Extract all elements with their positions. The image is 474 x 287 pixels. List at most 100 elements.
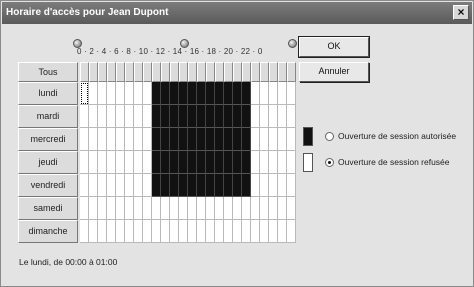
hour-cell[interactable] bbox=[287, 197, 296, 220]
hour-column-button[interactable] bbox=[152, 62, 161, 82]
hour-cell[interactable] bbox=[188, 151, 197, 174]
hour-column-button[interactable] bbox=[179, 62, 188, 82]
hour-cell[interactable] bbox=[206, 82, 215, 105]
day-button[interactable]: lundi bbox=[18, 82, 78, 105]
hour-cell[interactable] bbox=[269, 128, 278, 151]
hour-cell[interactable] bbox=[89, 82, 98, 105]
hour-cell[interactable] bbox=[233, 151, 242, 174]
select-all-button[interactable]: Tous bbox=[18, 62, 78, 82]
hour-cell[interactable] bbox=[89, 105, 98, 128]
hour-cell[interactable] bbox=[287, 151, 296, 174]
hour-cell[interactable] bbox=[260, 197, 269, 220]
hour-column-button[interactable] bbox=[269, 62, 278, 82]
hour-cell[interactable] bbox=[269, 220, 278, 243]
hour-cell[interactable] bbox=[161, 174, 170, 197]
hour-cell[interactable] bbox=[89, 174, 98, 197]
hour-cell[interactable] bbox=[179, 197, 188, 220]
hour-column-button[interactable] bbox=[143, 62, 152, 82]
hour-cell[interactable] bbox=[278, 82, 287, 105]
hour-column-button[interactable] bbox=[134, 62, 143, 82]
radio-denied[interactable]: Ouverture de session refusée bbox=[325, 157, 450, 168]
hour-cell[interactable] bbox=[143, 220, 152, 243]
day-button[interactable]: mercredi bbox=[18, 128, 78, 151]
hour-cell[interactable] bbox=[107, 105, 116, 128]
hour-cell[interactable] bbox=[260, 174, 269, 197]
hour-cell[interactable] bbox=[269, 197, 278, 220]
hour-cell[interactable] bbox=[188, 197, 197, 220]
hour-cell[interactable] bbox=[233, 220, 242, 243]
hour-cell[interactable] bbox=[134, 220, 143, 243]
hour-cell[interactable] bbox=[197, 220, 206, 243]
hour-cell[interactable] bbox=[242, 128, 251, 151]
hour-cell[interactable] bbox=[206, 197, 215, 220]
day-button[interactable]: dimanche bbox=[18, 220, 78, 243]
hour-column-button[interactable] bbox=[215, 62, 224, 82]
hour-cell[interactable] bbox=[287, 220, 296, 243]
hour-cell[interactable] bbox=[224, 128, 233, 151]
hour-cell[interactable] bbox=[134, 105, 143, 128]
hour-cell[interactable] bbox=[287, 174, 296, 197]
hour-cell[interactable] bbox=[224, 82, 233, 105]
hour-column-button[interactable] bbox=[170, 62, 179, 82]
hour-cell[interactable] bbox=[161, 151, 170, 174]
hour-cell[interactable] bbox=[80, 128, 89, 151]
hour-cell[interactable] bbox=[89, 128, 98, 151]
ok-button[interactable]: OK bbox=[298, 36, 370, 58]
hour-cell[interactable] bbox=[134, 82, 143, 105]
hour-cell[interactable] bbox=[170, 151, 179, 174]
hour-cell[interactable] bbox=[98, 197, 107, 220]
hour-cell[interactable] bbox=[287, 105, 296, 128]
hour-cell[interactable] bbox=[107, 197, 116, 220]
hour-column-button[interactable] bbox=[161, 62, 170, 82]
hour-cell[interactable] bbox=[260, 105, 269, 128]
hour-cell[interactable] bbox=[98, 151, 107, 174]
close-icon[interactable]: × bbox=[453, 5, 469, 20]
hour-cell[interactable] bbox=[116, 151, 125, 174]
hour-cell[interactable] bbox=[179, 151, 188, 174]
hour-cell[interactable] bbox=[233, 82, 242, 105]
hour-cell[interactable] bbox=[98, 128, 107, 151]
hour-column-button[interactable] bbox=[242, 62, 251, 82]
hour-cell[interactable] bbox=[278, 220, 287, 243]
hour-cell[interactable] bbox=[179, 105, 188, 128]
hour-cell[interactable] bbox=[134, 151, 143, 174]
hour-cell[interactable] bbox=[215, 128, 224, 151]
hour-cell[interactable] bbox=[242, 220, 251, 243]
hour-cell[interactable] bbox=[161, 128, 170, 151]
hour-cell[interactable] bbox=[98, 174, 107, 197]
hour-cell[interactable] bbox=[242, 197, 251, 220]
hour-cell[interactable] bbox=[80, 197, 89, 220]
hour-cell[interactable] bbox=[224, 151, 233, 174]
hour-cell[interactable] bbox=[152, 174, 161, 197]
hour-cell[interactable] bbox=[233, 174, 242, 197]
hour-cell[interactable] bbox=[233, 105, 242, 128]
hour-column-button[interactable] bbox=[224, 62, 233, 82]
hour-cell[interactable] bbox=[197, 197, 206, 220]
hour-column-button[interactable] bbox=[287, 62, 296, 82]
hour-cell[interactable] bbox=[242, 151, 251, 174]
hour-cell[interactable] bbox=[152, 151, 161, 174]
hour-cell[interactable] bbox=[98, 220, 107, 243]
hour-cell[interactable] bbox=[188, 82, 197, 105]
hour-cell[interactable] bbox=[161, 105, 170, 128]
hour-cell[interactable] bbox=[215, 151, 224, 174]
hour-cell[interactable] bbox=[116, 105, 125, 128]
hour-cell[interactable] bbox=[89, 197, 98, 220]
day-button[interactable]: vendredi bbox=[18, 174, 78, 197]
hour-cell[interactable] bbox=[251, 174, 260, 197]
hour-cell[interactable] bbox=[116, 197, 125, 220]
hour-cell[interactable] bbox=[170, 82, 179, 105]
hour-cell[interactable] bbox=[170, 174, 179, 197]
hour-cell[interactable] bbox=[161, 82, 170, 105]
hour-column-button[interactable] bbox=[107, 62, 116, 82]
hour-cell[interactable] bbox=[242, 174, 251, 197]
hour-column-button[interactable] bbox=[278, 62, 287, 82]
hour-cell[interactable] bbox=[170, 128, 179, 151]
hour-cell[interactable] bbox=[143, 197, 152, 220]
hour-cell[interactable] bbox=[116, 174, 125, 197]
hour-cell[interactable] bbox=[206, 128, 215, 151]
hour-cell[interactable] bbox=[152, 128, 161, 151]
hour-cell[interactable] bbox=[197, 174, 206, 197]
hour-cell[interactable] bbox=[242, 82, 251, 105]
hour-cell[interactable] bbox=[143, 128, 152, 151]
